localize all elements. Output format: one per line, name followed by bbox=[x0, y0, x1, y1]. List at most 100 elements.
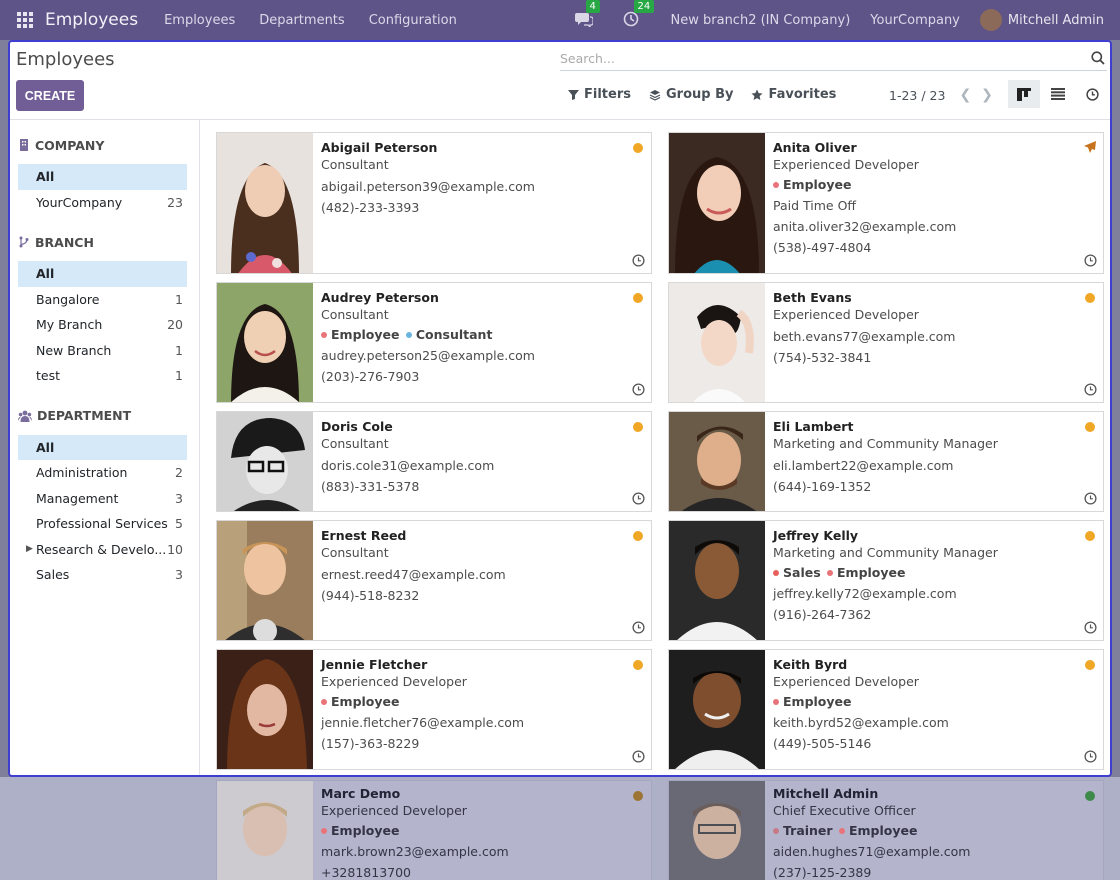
employee-job: Consultant bbox=[321, 436, 389, 451]
department-item-administration[interactable]: Administration 2 bbox=[18, 460, 187, 486]
department-item-management[interactable]: Management 3 bbox=[18, 486, 187, 512]
filters-button[interactable]: Filters bbox=[568, 87, 631, 102]
employee-phone: (538)-497-4804 bbox=[773, 240, 872, 255]
layers-icon bbox=[649, 89, 661, 101]
department-item-all[interactable]: All bbox=[18, 434, 187, 460]
pager-value[interactable]: 1-23 / 23 bbox=[889, 88, 945, 103]
employee-job: Experienced Developer bbox=[773, 157, 919, 172]
app-title[interactable]: Employees bbox=[45, 10, 138, 30]
caret-right-icon[interactable]: ▶ bbox=[26, 544, 33, 554]
company-item-yourcompany[interactable]: YourCompany 23 bbox=[18, 190, 187, 216]
filter-icon bbox=[568, 90, 579, 100]
employee-email: doris.cole31@example.com bbox=[321, 458, 495, 473]
activity-clock-icon[interactable] bbox=[1084, 750, 1097, 763]
department-item-sales[interactable]: Sales 3 bbox=[18, 562, 187, 588]
company-header: COMPANY bbox=[18, 138, 199, 153]
employee-email: aiden.hughes71@example.com bbox=[773, 844, 971, 859]
employee-photo bbox=[217, 283, 313, 402]
kanban-card-mitchell-admin[interactable]: Mitchell Admin Chief Executive Officer T… bbox=[668, 780, 1104, 880]
user-avatar[interactable] bbox=[979, 9, 1002, 31]
star-icon bbox=[751, 89, 763, 100]
branch-item-bangalore[interactable]: Bangalore 1 bbox=[18, 287, 187, 313]
employee-email: mark.brown23@example.com bbox=[321, 844, 509, 859]
kanban-card-jeffrey-kelly[interactable]: Jeffrey Kelly Marketing and Community Ma… bbox=[668, 520, 1104, 641]
presence-dot bbox=[1085, 422, 1095, 432]
employee-email: abigail.peterson39@example.com bbox=[321, 179, 535, 194]
kanban-icon bbox=[1017, 87, 1031, 101]
employee-phone: (203)-276-7903 bbox=[321, 369, 420, 384]
pager-previous-icon[interactable]: ❮ bbox=[959, 87, 971, 103]
department-item-research[interactable]: ▶ Research & Develo... 10 bbox=[18, 537, 187, 563]
kanban-card-jennie-fletcher[interactable]: Jennie Fletcher Experienced Developer Em… bbox=[216, 649, 652, 770]
employee-job: Experienced Developer bbox=[773, 674, 919, 689]
count-badge: 23 bbox=[167, 194, 183, 210]
activity-clock-icon[interactable] bbox=[1084, 492, 1097, 505]
branch-header: BRANCH bbox=[18, 235, 199, 250]
presence-dot bbox=[1085, 660, 1095, 670]
user-menu[interactable]: Mitchell Admin bbox=[1008, 13, 1104, 28]
page-title: Employees bbox=[16, 49, 115, 70]
employee-name: Ernest Reed bbox=[321, 528, 407, 543]
activity-view-button[interactable] bbox=[1076, 80, 1108, 108]
activity-clock-icon[interactable] bbox=[1084, 621, 1097, 634]
employee-email: anita.oliver32@example.com bbox=[773, 219, 957, 234]
kanban-view-button[interactable] bbox=[1008, 80, 1040, 108]
list-icon bbox=[1051, 88, 1065, 100]
favorites-button[interactable]: Favorites bbox=[751, 87, 836, 102]
employee-name: Beth Evans bbox=[773, 290, 852, 305]
pager-next-icon[interactable]: ❯ bbox=[981, 87, 993, 103]
department-item-professional-services[interactable]: Professional Services 5 bbox=[18, 511, 187, 537]
employee-job: Marketing and Community Manager bbox=[773, 436, 998, 451]
employee-phone: (916)-264-7362 bbox=[773, 607, 872, 622]
apps-menu-icon[interactable] bbox=[17, 12, 33, 28]
branch-item-all[interactable]: All bbox=[18, 261, 187, 287]
company-item-all[interactable]: All bbox=[18, 164, 187, 190]
activity-clock-icon[interactable] bbox=[632, 383, 645, 396]
branch-item-test[interactable]: test 1 bbox=[18, 363, 187, 389]
create-button[interactable]: CREATE bbox=[16, 80, 84, 111]
employee-tags: Employee bbox=[773, 691, 1095, 712]
menu-departments[interactable]: Departments bbox=[259, 13, 344, 28]
kanban-card-eli-lambert[interactable]: Eli Lambert Marketing and Community Mana… bbox=[668, 411, 1104, 512]
employees-window: Employees CREATE Filters Group By Favori… bbox=[8, 40, 1112, 777]
branch-icon bbox=[19, 236, 29, 248]
activities-icon[interactable]: 24 bbox=[623, 0, 655, 29]
activity-clock-icon[interactable] bbox=[632, 750, 645, 763]
employee-job: Consultant bbox=[321, 307, 389, 322]
kanban-card-beth-evans[interactable]: Beth Evans Experienced Developer beth.ev… bbox=[668, 282, 1104, 403]
kanban-card-keith-byrd[interactable]: Keith Byrd Experienced Developer Employe… bbox=[668, 649, 1104, 770]
branch-item-my-branch[interactable]: My Branch 20 bbox=[18, 312, 187, 338]
messages-icon[interactable]: 4 bbox=[574, 0, 600, 29]
presence-dot bbox=[633, 531, 643, 541]
kanban-card-abigail-peterson[interactable]: Abigail Peterson Consultant abigail.pete… bbox=[216, 132, 652, 274]
company-switcher[interactable]: YourCompany bbox=[870, 13, 960, 28]
employee-name: Eli Lambert bbox=[773, 419, 854, 434]
employee-job: Experienced Developer bbox=[321, 803, 467, 818]
employee-phone: (157)-363-8229 bbox=[321, 736, 420, 751]
branch-item-new-branch[interactable]: New Branch 1 bbox=[18, 338, 187, 364]
kanban-card-ernest-reed[interactable]: Ernest Reed Consultant ernest.reed47@exa… bbox=[216, 520, 652, 641]
activity-clock-icon[interactable] bbox=[632, 254, 645, 267]
menu-employees[interactable]: Employees bbox=[164, 13, 235, 28]
top-navbar: Employees Employees Departments Configur… bbox=[0, 0, 1120, 40]
activity-clock-icon[interactable] bbox=[632, 492, 645, 505]
branch-switcher[interactable]: New branch2 (IN Company) bbox=[671, 13, 851, 28]
employee-name: Doris Cole bbox=[321, 419, 393, 434]
activity-clock-icon[interactable] bbox=[1084, 254, 1097, 267]
menu-configuration[interactable]: Configuration bbox=[369, 13, 457, 28]
kanban-card-anita-oliver[interactable]: Anita Oliver Experienced Developer Emplo… bbox=[668, 132, 1104, 274]
control-panel: Employees CREATE Filters Group By Favori… bbox=[10, 42, 1110, 120]
view-switcher bbox=[1008, 80, 1108, 108]
employee-name: Abigail Peterson bbox=[321, 140, 438, 155]
kanban-card-marc-demo[interactable]: Marc Demo Experienced Developer Employee… bbox=[216, 780, 652, 880]
kanban-card-doris-cole[interactable]: Doris Cole Consultant doris.cole31@examp… bbox=[216, 411, 652, 512]
search-input[interactable] bbox=[560, 50, 1080, 66]
group-by-button[interactable]: Group By bbox=[649, 87, 733, 102]
kanban-card-audrey-peterson[interactable]: Audrey Peterson Consultant Employee Cons… bbox=[216, 282, 652, 403]
employee-photo bbox=[669, 781, 765, 880]
list-view-button[interactable] bbox=[1042, 80, 1074, 108]
activity-clock-icon[interactable] bbox=[632, 621, 645, 634]
employee-email: beth.evans77@example.com bbox=[773, 329, 956, 344]
activity-clock-icon[interactable] bbox=[1084, 383, 1097, 396]
search-icon[interactable] bbox=[1091, 51, 1105, 65]
